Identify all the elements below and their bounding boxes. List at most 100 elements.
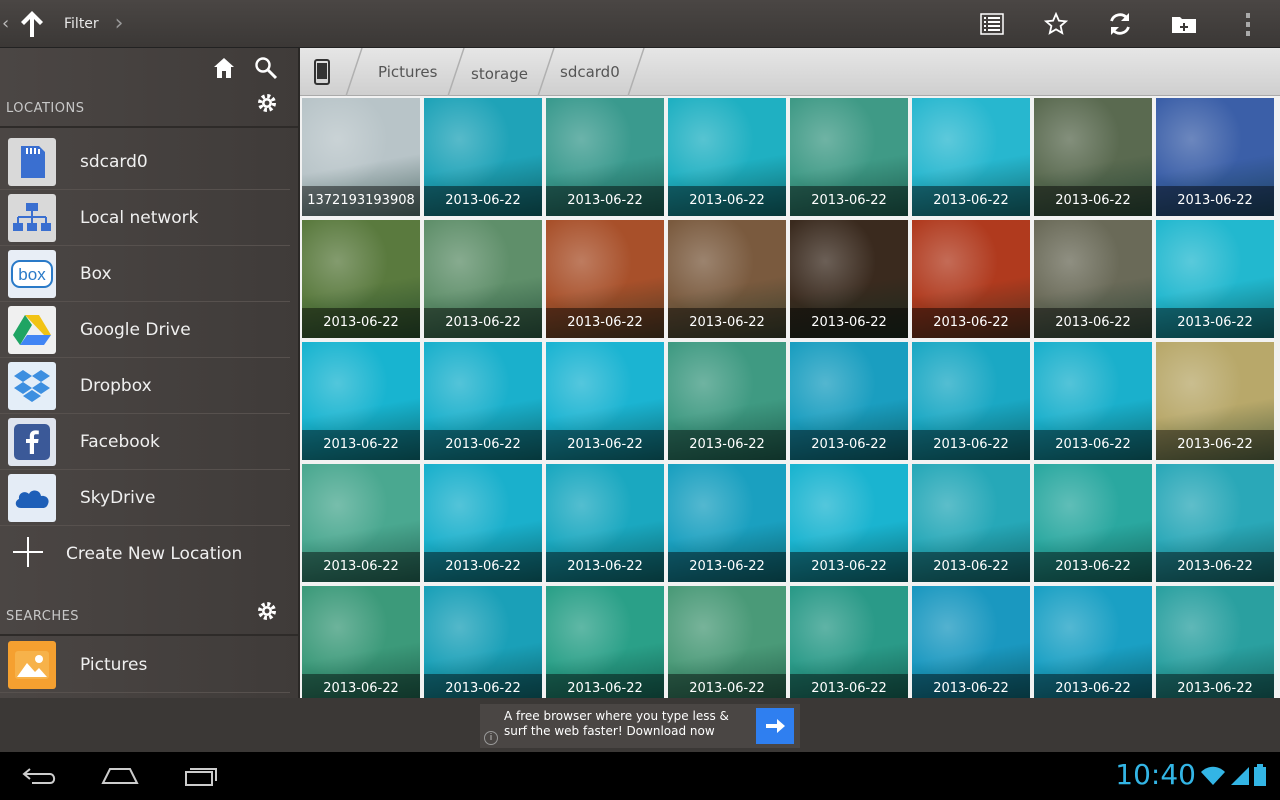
searches-settings-gear-icon[interactable] [256, 600, 278, 626]
ad-info-icon[interactable]: i [484, 731, 498, 745]
crumb-pictures[interactable]: Pictures [378, 48, 437, 96]
thumbnail-item[interactable]: 2013-06-22 [546, 220, 664, 338]
thumbnail-caption: 2013-06-22 [912, 552, 1030, 582]
searches-header: SEARCHES [0, 596, 298, 636]
thumbnail-caption: 2013-06-22 [546, 430, 664, 460]
thumbnail-caption: 2013-06-22 [912, 186, 1030, 216]
thumbnail-caption: 2013-06-22 [302, 552, 420, 582]
thumbnail-item[interactable]: 2013-06-22 [1034, 98, 1152, 216]
system-navigation-bar: 10:40 [0, 752, 1280, 800]
thumbnail-item[interactable]: 2013-06-22 [424, 220, 542, 338]
thumbnail-caption: 2013-06-22 [302, 674, 420, 698]
thumbnail-item[interactable]: 2013-06-22 [790, 220, 908, 338]
thumbnail-item[interactable]: 2013-06-22 [790, 98, 908, 216]
location-google-drive[interactable]: Google Drive [0, 302, 290, 358]
device-root-crumb[interactable] [314, 48, 330, 96]
searches-label: SEARCHES [6, 609, 80, 624]
recent-apps-button[interactable] [170, 760, 230, 792]
back-button[interactable] [10, 760, 70, 792]
thumbnail-item[interactable]: 2013-06-22 [424, 464, 542, 582]
location-sdcard0[interactable]: sdcard0 [0, 134, 290, 190]
thumbnail-caption: 2013-06-22 [1034, 186, 1152, 216]
location-dropbox[interactable]: Dropbox [0, 358, 290, 414]
thumbnail-item[interactable]: 2013-06-22 [424, 98, 542, 216]
status-clock: 10:40 [1115, 758, 1196, 791]
thumbnail-caption: 2013-06-22 [912, 430, 1030, 460]
refresh-button[interactable] [1088, 0, 1152, 48]
create-new-location-button[interactable]: Create New Location [0, 526, 290, 582]
new-folder-button[interactable] [1152, 0, 1216, 48]
thumbnail-item[interactable]: 2013-06-22 [912, 464, 1030, 582]
overflow-menu-button[interactable] [1216, 0, 1280, 48]
recent-apps-icon [185, 768, 217, 786]
list-view-button[interactable] [960, 0, 1024, 48]
thumbnail-caption: 2013-06-22 [546, 308, 664, 338]
thumbnail-item[interactable]: 2013-06-22 [1034, 220, 1152, 338]
thumbnail-item[interactable]: 2013-06-22 [790, 342, 908, 460]
search-icon[interactable] [254, 56, 278, 84]
filter-title: Filter [64, 15, 99, 32]
thumbnail-item[interactable]: 2013-06-22 [1156, 342, 1274, 460]
thumbnail-item[interactable]: 2013-06-22 [546, 342, 664, 460]
ad-banner[interactable]: A free browser where you type less & sur… [480, 704, 800, 748]
thumbnail-item[interactable]: 2013-06-22 [1156, 98, 1274, 216]
location-local-network[interactable]: Local network [0, 190, 290, 246]
arrow-right-icon [766, 719, 785, 733]
locations-settings-gear-icon[interactable] [256, 92, 278, 118]
thumbnail-item[interactable]: 2013-06-22 [912, 342, 1030, 460]
filter-dropdown-chevron-icon[interactable]: › [115, 11, 124, 36]
ad-go-button[interactable] [756, 708, 794, 744]
thumbnail-item[interactable]: 2013-06-22 [302, 220, 420, 338]
thumbnail-item[interactable]: 2013-06-22 [1156, 464, 1274, 582]
thumbnail-item[interactable]: 2013-06-22 [424, 342, 542, 460]
thumbnail-item[interactable]: 2013-06-22 [668, 342, 786, 460]
up-navigation[interactable]: ‹ Filter [0, 0, 109, 48]
location-skydrive[interactable]: SkyDrive [0, 470, 290, 526]
thumbnail-item[interactable]: 2013-06-22 [546, 464, 664, 582]
thumbnail-item[interactable]: 2013-06-22 [1156, 220, 1274, 338]
thumbnail-item[interactable]: 2013-06-22 [1034, 464, 1152, 582]
crumb-storage[interactable]: storage [471, 50, 528, 98]
thumbnail-item[interactable]: 2013-06-22 [912, 586, 1030, 698]
thumbnail-caption: 2013-06-22 [546, 674, 664, 698]
location-box[interactable]: box Box [0, 246, 290, 302]
network-icon [8, 193, 56, 242]
action-bar: ‹ Filter › [0, 0, 1280, 48]
thumbnail-item[interactable]: 2013-06-22 [302, 342, 420, 460]
thumbnail-item[interactable]: 2013-06-22 [668, 464, 786, 582]
thumbnail-caption: 2013-06-22 [424, 430, 542, 460]
thumbnail-item[interactable]: 2013-06-22 [546, 98, 664, 216]
thumbnail-item[interactable]: 2013-06-22 [790, 586, 908, 698]
thumbnail-item[interactable]: 2013-06-22 [546, 586, 664, 698]
thumbnail-item[interactable]: 2013-06-22 [424, 586, 542, 698]
home-button[interactable] [90, 760, 150, 792]
thumbnail-item[interactable]: 2013-06-22 [668, 98, 786, 216]
thumbnail-caption: 2013-06-22 [1034, 674, 1152, 698]
thumbnail-caption: 2013-06-22 [790, 308, 908, 338]
thumbnail-item[interactable]: 2013-06-22 [790, 464, 908, 582]
thumbnail-item[interactable]: 2013-06-22 [668, 220, 786, 338]
signal-icon [1231, 767, 1249, 785]
location-facebook[interactable]: Facebook [0, 414, 290, 470]
thumbnail-item[interactable]: 2013-06-22 [1034, 586, 1152, 698]
thumbnail-item[interactable]: 2013-06-22 [668, 586, 786, 698]
home-icon[interactable] [212, 56, 236, 84]
search-pictures[interactable]: Pictures [0, 637, 290, 693]
thumbnail-caption: 2013-06-22 [302, 308, 420, 338]
svg-text:box: box [18, 265, 46, 284]
crumb-sdcard0[interactable]: sdcard0 [560, 48, 620, 96]
thumbnail-caption: 2013-06-22 [1156, 674, 1274, 698]
breadcrumb: Pictures storage sdcard0 [300, 48, 1280, 96]
thumbnail-item[interactable]: 2013-06-22 [1156, 586, 1274, 698]
thumbnail-item[interactable]: 2013-06-22 [1034, 342, 1152, 460]
thumbnail-caption: 2013-06-22 [1156, 186, 1274, 216]
thumbnail-item[interactable]: 1372193193908 [302, 98, 420, 216]
thumbnail-item[interactable]: 2013-06-22 [302, 464, 420, 582]
thumbnail-item[interactable]: 2013-06-22 [912, 220, 1030, 338]
list-view-icon [980, 13, 1004, 35]
google-drive-icon [8, 305, 56, 354]
thumbnail-caption: 2013-06-22 [424, 186, 542, 216]
thumbnail-item[interactable]: 2013-06-22 [912, 98, 1030, 216]
bookmark-button[interactable] [1024, 0, 1088, 48]
thumbnail-item[interactable]: 2013-06-22 [302, 586, 420, 698]
